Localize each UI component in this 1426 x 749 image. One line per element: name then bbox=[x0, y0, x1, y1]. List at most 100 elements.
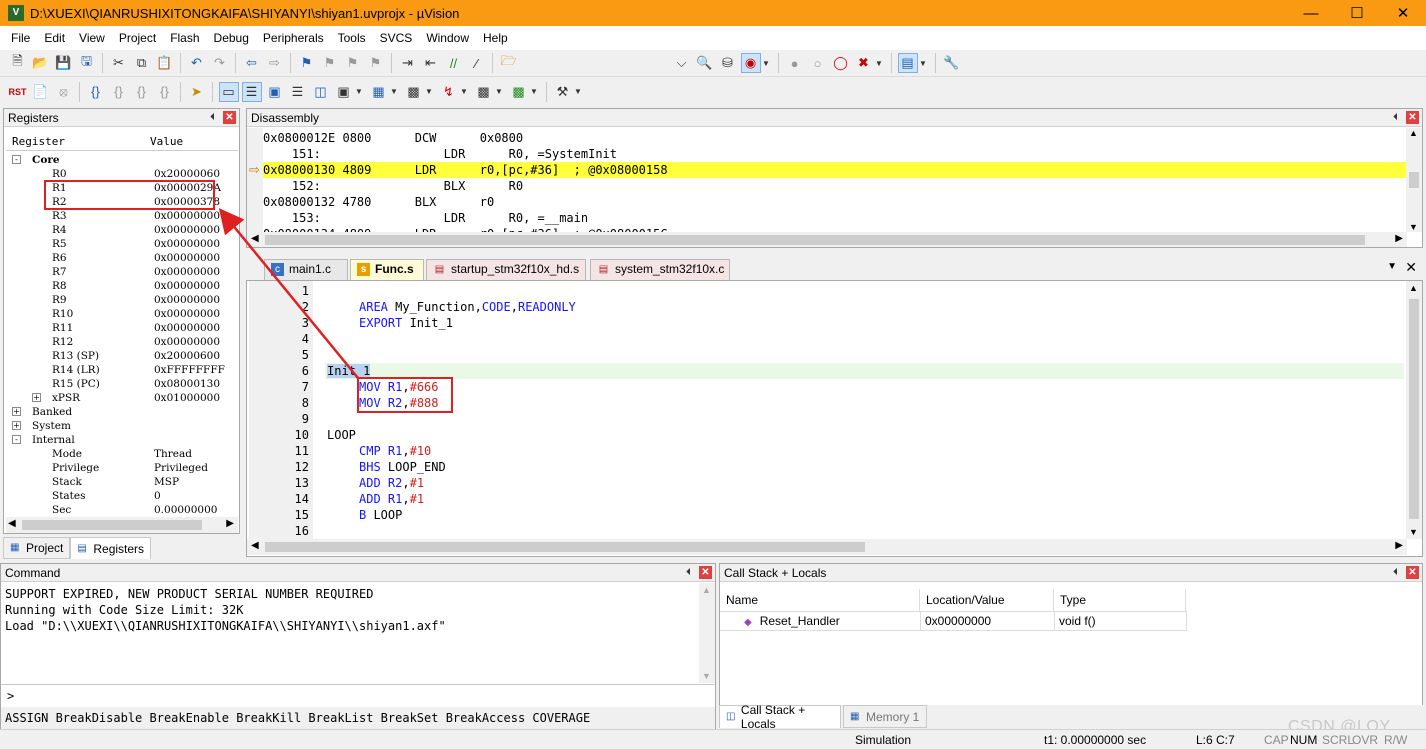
register-row[interactable]: R9 0x00000000 bbox=[6, 293, 238, 307]
command-input[interactable] bbox=[19, 688, 699, 704]
command-vertical-scrollbar[interactable]: ▲ ▼ bbox=[699, 583, 715, 683]
window-layout-icon[interactable]: ▤ bbox=[897, 53, 918, 73]
expand-icon[interactable]: + bbox=[12, 407, 21, 416]
bookmark-clear-icon[interactable]: ⚑ bbox=[366, 53, 386, 73]
serial-dropdown-icon[interactable]: ▼ bbox=[425, 87, 435, 96]
close-icon[interactable]: ✕ bbox=[223, 111, 236, 124]
disassembly-line[interactable]: 0x08000132 4780 BLX r0 bbox=[263, 194, 1406, 210]
name-column-header[interactable]: Name bbox=[720, 589, 920, 611]
reset-cpu-icon[interactable]: RST bbox=[8, 82, 28, 102]
disassembly-window-icon[interactable]: ☰ bbox=[241, 81, 262, 102]
analysis-dropdown-icon[interactable]: ▼ bbox=[460, 87, 470, 96]
location-column-header[interactable]: Location/Value bbox=[920, 589, 1054, 611]
find-icon[interactable]: 🔍 bbox=[695, 53, 715, 73]
tab-system-c[interactable]: ▤ system_stm32f10x.c bbox=[590, 259, 730, 280]
register-row[interactable]: R5 0x00000000 bbox=[6, 237, 238, 251]
register-value[interactable]: 0x01000000 bbox=[154, 391, 220, 405]
disassembly-line[interactable]: 0x0800012E 0800 DCW 0x0800 bbox=[263, 130, 1406, 146]
enable-breakpoint-icon[interactable]: ○ bbox=[808, 53, 828, 73]
toolbox-icon[interactable]: ⚒ bbox=[553, 82, 573, 102]
incremental-find-icon[interactable]: ⛁ bbox=[718, 53, 738, 73]
register-row[interactable]: R12 0x00000000 bbox=[6, 335, 238, 349]
kill-breakpoints-icon[interactable]: ✖ bbox=[854, 53, 874, 73]
register-value[interactable]: 0x00000000 bbox=[154, 209, 220, 223]
type-column-header[interactable]: Type bbox=[1054, 589, 1186, 611]
register-value[interactable]: 0x00000000 bbox=[154, 293, 220, 307]
find-in-files-icon[interactable]: 🗁 bbox=[499, 53, 519, 73]
register-row[interactable]: Stack MSP bbox=[6, 475, 238, 489]
menu-view[interactable]: View bbox=[72, 26, 112, 50]
menu-tools[interactable]: Tools bbox=[331, 26, 373, 50]
scroll-left-icon[interactable]: ◀ bbox=[251, 233, 259, 244]
maximize-button[interactable]: ☐ bbox=[1334, 0, 1380, 26]
comment-icon[interactable]: // bbox=[444, 53, 464, 73]
tab-startup-s[interactable]: ▤ startup_stm32f10x_hd.s bbox=[426, 259, 586, 280]
save-icon[interactable]: 💾 bbox=[54, 53, 74, 73]
tab-registers[interactable]: ▤ Registers bbox=[70, 537, 152, 559]
register-row[interactable]: Sec 0.00000000 bbox=[6, 503, 238, 517]
register-row[interactable]: - Core bbox=[6, 153, 238, 167]
disassembly-line[interactable]: 151: LDR R0, =SystemInit bbox=[263, 146, 1406, 162]
editor-horizontal-scrollbar[interactable]: ◀ ▶ bbox=[247, 539, 1407, 555]
register-row[interactable]: Privilege Privileged bbox=[6, 461, 238, 475]
analysis-window-icon[interactable]: ↯ bbox=[439, 82, 459, 102]
code-editor[interactable]: AREA My_Function,CODE,READONLY EXPORT In… bbox=[246, 280, 1423, 557]
register-row[interactable]: R8 0x00000000 bbox=[6, 279, 238, 293]
register-row[interactable]: R10 0x00000000 bbox=[6, 307, 238, 321]
register-value[interactable]: 0x08000130 bbox=[154, 377, 220, 391]
register-value[interactable]: 0xFFFFFFFF bbox=[154, 363, 225, 377]
menu-edit[interactable]: Edit bbox=[37, 26, 72, 50]
breakpoint-dropdown-icon[interactable]: ▼ bbox=[875, 59, 885, 68]
register-row[interactable]: R14 (LR) 0xFFFFFFFF bbox=[6, 363, 238, 377]
register-value[interactable]: 0x00000000 bbox=[154, 237, 220, 251]
scroll-thumb[interactable] bbox=[1409, 299, 1419, 519]
scroll-thumb[interactable] bbox=[1409, 172, 1419, 188]
register-row[interactable]: R0 0x20000060 bbox=[6, 167, 238, 181]
close-icon[interactable]: ✕ bbox=[1406, 566, 1419, 579]
call-stack-location[interactable]: 0x00000000 bbox=[920, 611, 1055, 631]
scroll-thumb[interactable] bbox=[265, 542, 865, 552]
new-file-icon[interactable]: 🗎 bbox=[8, 53, 28, 73]
expand-icon[interactable]: + bbox=[12, 421, 21, 430]
register-row[interactable]: Mode Thread bbox=[6, 447, 238, 461]
minimize-button[interactable]: — bbox=[1288, 0, 1334, 26]
menu-help[interactable]: Help bbox=[476, 26, 515, 50]
system-viewer-icon[interactable]: ▩ bbox=[509, 82, 529, 102]
registers-horizontal-scrollbar[interactable]: ◀ ▶ bbox=[6, 517, 238, 533]
copy-icon[interactable]: ⧉ bbox=[132, 53, 152, 73]
bookmark-prev-icon[interactable]: ⚑ bbox=[320, 53, 340, 73]
scroll-left-icon[interactable]: ◀ bbox=[8, 518, 16, 529]
register-row[interactable]: - Internal bbox=[6, 433, 238, 447]
register-row[interactable]: R13 (SP) 0x20000600 bbox=[6, 349, 238, 363]
unindent-icon[interactable]: ⇤ bbox=[421, 53, 441, 73]
memory-dropdown-icon[interactable]: ▼ bbox=[390, 87, 400, 96]
tab-memory-1[interactable]: ▦ Memory 1 bbox=[843, 705, 927, 728]
expand-icon[interactable]: + bbox=[32, 393, 41, 402]
show-next-statement-icon[interactable]: ➤ bbox=[187, 82, 207, 102]
scroll-right-icon[interactable]: ▶ bbox=[226, 518, 234, 529]
close-window-button[interactable]: ✕ bbox=[1380, 0, 1426, 26]
menu-file[interactable]: File bbox=[4, 26, 37, 50]
pin-icon[interactable]: ⏴ bbox=[1389, 566, 1402, 579]
run-to-cursor-icon[interactable]: {} bbox=[155, 82, 175, 102]
disassembly-line-current[interactable]: 0x08000130 4809 LDR r0,[pc,#36] ; @0x080… bbox=[263, 162, 1406, 178]
pin-icon[interactable]: ⏴ bbox=[206, 111, 219, 124]
menu-window[interactable]: Window bbox=[419, 26, 476, 50]
toolbox-dropdown-icon[interactable]: ▼ bbox=[574, 87, 584, 96]
scroll-thumb[interactable] bbox=[265, 235, 1365, 245]
register-row[interactable]: R4 0x00000000 bbox=[6, 223, 238, 237]
indent-icon[interactable]: ⇥ bbox=[398, 53, 418, 73]
register-value[interactable]: 0x00000000 bbox=[154, 251, 220, 265]
collapse-icon[interactable]: - bbox=[12, 435, 21, 444]
system-viewer-dropdown-icon[interactable]: ▼ bbox=[530, 87, 540, 96]
stop-icon[interactable]: ⦻ bbox=[54, 82, 74, 102]
bookmark-toggle-icon[interactable]: ⚑ bbox=[297, 53, 317, 73]
register-row[interactable]: R15 (PC) 0x08000130 bbox=[6, 377, 238, 391]
call-stack-window-icon[interactable]: ◫ bbox=[311, 82, 331, 102]
register-value[interactable]: 0.00000000 bbox=[154, 503, 217, 517]
nav-back-icon[interactable]: ⇦ bbox=[242, 53, 262, 73]
watch-window-icon[interactable]: ▣ bbox=[334, 82, 354, 102]
configure-icon[interactable]: 🔧 bbox=[942, 53, 962, 73]
register-row[interactable]: + xPSR 0x01000000 bbox=[6, 391, 238, 405]
register-column-header[interactable]: Register bbox=[12, 135, 65, 148]
